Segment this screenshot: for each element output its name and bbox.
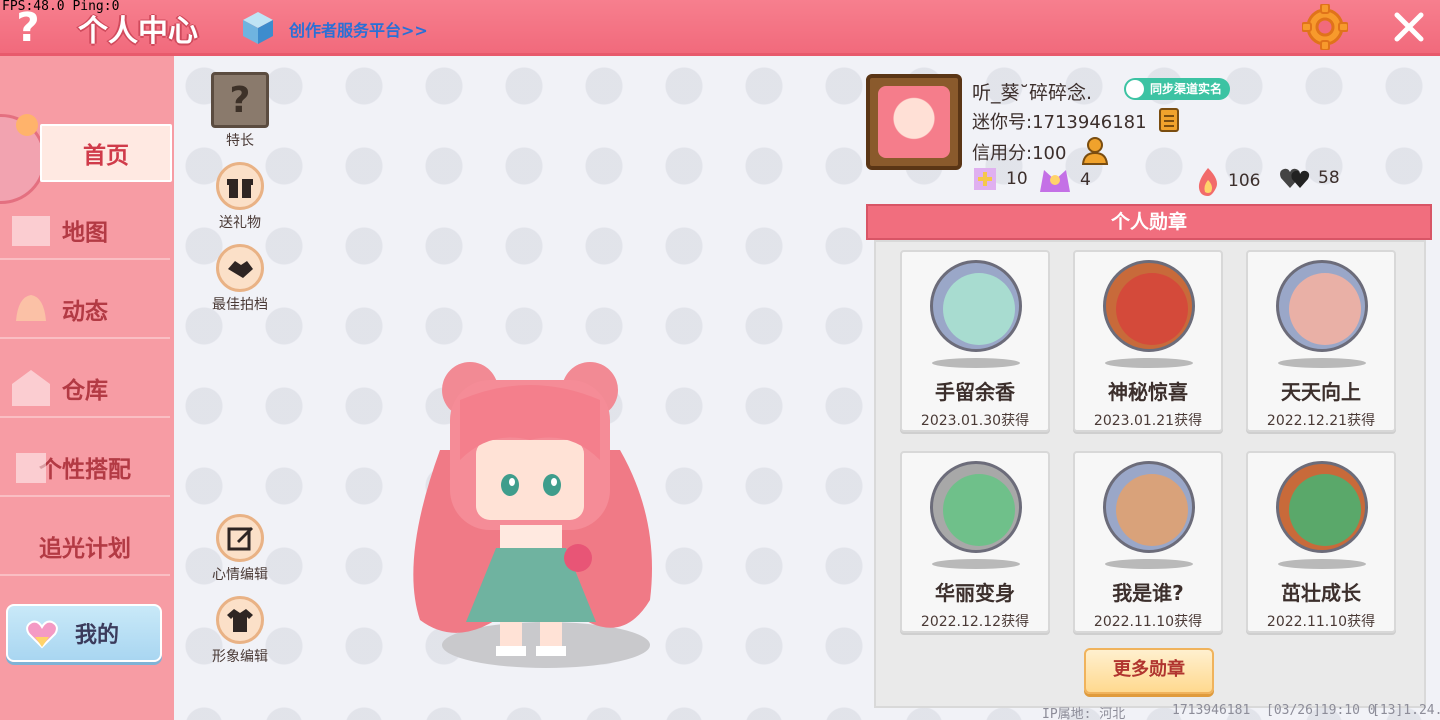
badge-name: 手留余香 <box>935 380 1015 404</box>
stat-popularity: 106 <box>1196 166 1260 196</box>
badge-date: 2022.11.10获得 <box>1266 614 1376 630</box>
best-partner-label: 最佳拍档 <box>212 297 268 313</box>
sidebar-item-feed[interactable]: 动态 <box>0 281 170 339</box>
sidebar: 首页 地图 动态 仓库 个性搭配 追光计划 我的 <box>0 56 174 720</box>
specialty-button[interactable]: ? 特长 <box>210 72 270 150</box>
gear-icon[interactable] <box>1302 4 1348 50</box>
sidebar-item-label: 仓库 <box>62 378 108 404</box>
medal-icon <box>930 260 1022 352</box>
ip-location: IP属地: 河北 <box>1042 707 1126 720</box>
question-box-icon: ? <box>211 72 269 128</box>
badge-name: 我是谁? <box>1112 581 1184 605</box>
badges-header: 个人勋章 <box>866 204 1432 240</box>
medal-icon <box>930 461 1022 553</box>
medal-icon <box>1103 461 1195 553</box>
close-icon[interactable] <box>1390 8 1428 46</box>
shirt-icon <box>216 596 264 644</box>
badge-date: 2023.01.30获得 <box>920 413 1030 429</box>
heart-icon <box>26 620 58 649</box>
profile-avatar-frame[interactable] <box>866 74 962 170</box>
mine-label: 我的 <box>74 623 119 648</box>
creator-platform-link[interactable]: 创作者服务平台>> <box>289 17 428 41</box>
more-badges-button[interactable]: 更多勋章 <box>1084 648 1214 694</box>
debug-fps: FPS:48.0 Ping:0 <box>2 0 120 14</box>
badge-date: 2022.11.10获得 <box>1093 614 1203 630</box>
character-avatar[interactable] <box>400 360 660 670</box>
stat-value: 58 <box>1318 168 1340 188</box>
specialty-label: 特长 <box>226 133 254 149</box>
badge-card[interactable]: 我是谁? 2022.11.10获得 <box>1073 451 1223 633</box>
profile-avatar <box>878 86 950 158</box>
mini-id: 迷你号:1713946181 <box>972 112 1147 133</box>
stat-fans: 4 <box>1038 166 1091 194</box>
medal-icon <box>1276 461 1368 553</box>
credit-score: 信用分:100 <box>972 143 1067 164</box>
credit-person-icon[interactable] <box>1082 136 1112 166</box>
send-gift-label: 送礼物 <box>219 215 261 231</box>
stat-like: 10 <box>972 166 1028 192</box>
badge-name: 天天向上 <box>1281 380 1361 404</box>
sidebar-item-warehouse[interactable]: 仓库 <box>0 360 170 418</box>
verified-icon <box>1126 80 1144 98</box>
best-partner-button[interactable]: 最佳拍档 <box>210 244 270 314</box>
sidebar-item-outfit[interactable]: 个性搭配 <box>0 439 170 497</box>
sidebar-item-map[interactable]: 地图 <box>0 202 170 260</box>
fans-icon <box>1040 170 1070 192</box>
sidebar-item-light-plan[interactable]: 追光计划 <box>0 518 170 576</box>
badge-date: 2022.12.12获得 <box>920 614 1030 630</box>
footer-time: [03/26]19:10 0 <box>1266 703 1376 718</box>
medal-icon <box>1276 260 1368 352</box>
handshake-icon <box>216 244 264 292</box>
sidebar-item-label: 追光计划 <box>39 536 131 562</box>
sidebar-item-label: 首页 <box>83 143 129 169</box>
send-gift-button[interactable]: 送礼物 <box>210 162 270 232</box>
fire-icon <box>1198 168 1217 196</box>
map-icon <box>12 216 50 246</box>
verify-badge[interactable]: 同步渠道实名 <box>1124 78 1231 100</box>
stat-hearts: 58 <box>1280 166 1340 190</box>
badge-name: 茁壮成长 <box>1281 581 1361 605</box>
hearts-icon <box>1280 168 1310 188</box>
badge-name: 华丽变身 <box>935 581 1015 605</box>
footer-version: [13]1.24.6 <box>1372 703 1440 718</box>
medal-icon <box>1103 260 1195 352</box>
notification-dot <box>16 114 38 136</box>
image-edit-label: 形象编辑 <box>212 649 268 665</box>
badge-card[interactable]: 手留余香 2023.01.30获得 <box>900 250 1050 432</box>
badge-name: 神秘惊喜 <box>1108 380 1188 404</box>
outfit-icon <box>16 453 46 483</box>
warehouse-icon <box>12 370 50 406</box>
verify-badge-label: 同步渠道实名 <box>1150 82 1223 96</box>
mine-button[interactable]: 我的 <box>6 604 162 662</box>
copy-icon[interactable] <box>1154 107 1182 135</box>
username: 听_葵˘碎碎念. <box>972 82 1093 104</box>
sidebar-item-label: 地图 <box>62 220 108 246</box>
sidebar-item-home[interactable]: 首页 <box>40 124 172 182</box>
stat-value: 10 <box>1006 169 1028 189</box>
edit-icon <box>216 514 264 562</box>
footer-uid: 1713946181 <box>1172 703 1251 718</box>
badge-date: 2023.01.21获得 <box>1093 413 1203 429</box>
badge-card[interactable]: 华丽变身 2022.12.12获得 <box>900 451 1050 633</box>
mood-edit-button[interactable]: 心情编辑 <box>210 514 270 584</box>
gift-icon <box>216 162 264 210</box>
badge-date: 2022.12.21获得 <box>1266 413 1376 429</box>
image-edit-button[interactable]: 形象编辑 <box>210 596 270 666</box>
mood-edit-label: 心情编辑 <box>212 567 268 583</box>
flag-plus-icon <box>974 168 996 190</box>
bell-icon <box>16 295 46 321</box>
badge-card[interactable]: 神秘惊喜 2023.01.21获得 <box>1073 250 1223 432</box>
stat-value: 4 <box>1080 170 1091 190</box>
badge-card[interactable]: 茁壮成长 2022.11.10获得 <box>1246 451 1396 633</box>
top-bar: ? 个人中心 创作者服务平台>> <box>0 0 1440 56</box>
badge-card[interactable]: 天天向上 2022.12.21获得 <box>1246 250 1396 432</box>
sidebar-item-label: 动态 <box>62 299 108 325</box>
stat-value: 106 <box>1228 171 1261 191</box>
cube-icon <box>243 12 273 44</box>
